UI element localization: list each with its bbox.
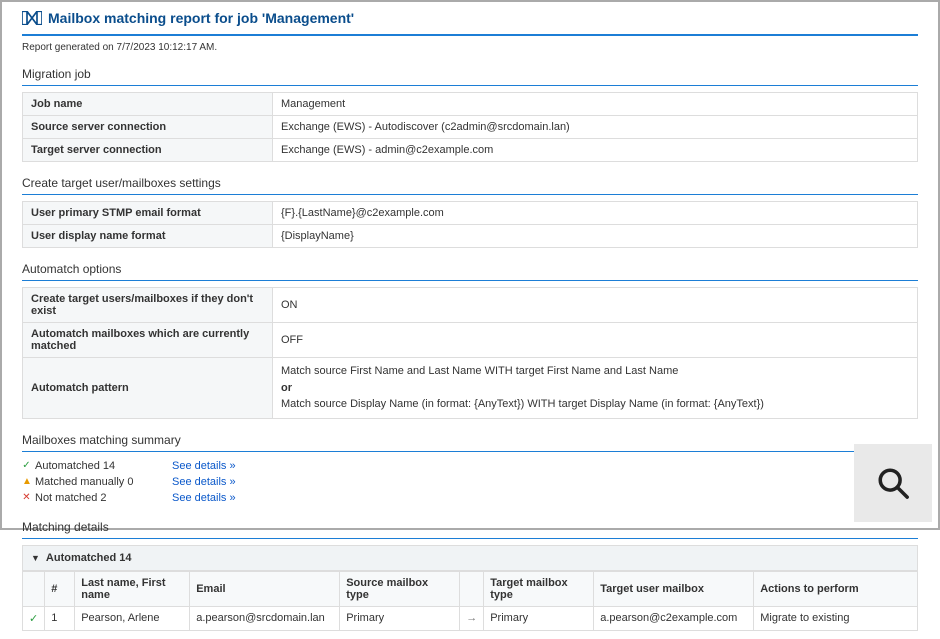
columns-icon (22, 11, 42, 25)
actions-cell: Migrate to existing (754, 606, 918, 630)
tgt-cell: Primary (484, 606, 594, 630)
col-actions: Actions to perform (754, 571, 918, 606)
section-title-migration: Migration job (22, 67, 918, 81)
check-icon: ✓ (29, 613, 38, 625)
details-table: # Last name, First name Email Source mai… (22, 571, 918, 631)
summary-row-automatched: ✓ Automatched 14 See details » (22, 458, 918, 474)
settings-table: User primary STMP email format{F}.{LastN… (22, 201, 918, 248)
status-cell: ✓ (23, 606, 45, 630)
section-rule (22, 451, 918, 452)
kv-val: {DisplayName} (273, 225, 918, 248)
kv-key: Target server connection (23, 139, 273, 162)
email-cell: a.pearson@srcdomain.lan (190, 606, 340, 630)
kv-row: User primary STMP email format{F}.{LastN… (23, 202, 918, 225)
kv-row: Automatch mailboxes which are currently … (23, 323, 918, 358)
kv-key: User display name format (23, 225, 273, 248)
section-title-summary: Mailboxes matching summary (22, 433, 918, 447)
triangle-icon: ▲ (22, 476, 31, 487)
section-title-automatch: Automatch options (22, 262, 918, 276)
col-email: Email (190, 571, 340, 606)
kv-val: ON (273, 288, 918, 323)
summary-list: ✓ Automatched 14 See details » ▲ Matched m… (22, 458, 918, 506)
kv-row: User display name format{DisplayName} (23, 225, 918, 248)
col-status (23, 571, 45, 606)
details-group-header[interactable]: ▼ Automatched 14 (22, 545, 918, 571)
generated-timestamp: Report generated on 7/7/2023 10:12:17 AM… (22, 42, 918, 53)
col-name: Last name, First name (75, 571, 190, 606)
col-tgt: Target mailbox type (484, 571, 594, 606)
kv-val: {F}.{LastName}@c2example.com (273, 202, 918, 225)
kv-val: Match source First Name and Last Name WI… (273, 358, 918, 419)
page-title-text: Mailbox matching report for job 'Managem… (48, 10, 354, 26)
kv-key: User primary STMP email format (23, 202, 273, 225)
caret-down-icon: ▼ (31, 553, 40, 563)
kv-row: Create target users/mailboxes if they do… (23, 288, 918, 323)
see-details-link[interactable]: See details » (172, 460, 236, 472)
check-icon: ✓ (22, 460, 31, 471)
section-rule (22, 280, 918, 281)
kv-val: Exchange (EWS) - Autodiscover (c2admin@s… (273, 116, 918, 139)
summary-label-text: Automatched 14 (35, 460, 115, 472)
summary-label-text: Matched manually 0 (35, 476, 133, 488)
kv-val: Exchange (EWS) - admin@c2example.com (273, 139, 918, 162)
summary-row-notmatched: ✕ Not matched 2 See details » (22, 490, 918, 506)
pattern-line1: Match source First Name and Last Name WI… (281, 365, 678, 377)
arrow-right-icon: → (460, 606, 484, 630)
kv-key: Create target users/mailboxes if they do… (23, 288, 273, 323)
idx-cell: 1 (45, 606, 75, 630)
kv-row: Target server connectionExchange (EWS) -… (23, 139, 918, 162)
pattern-line2: Match source Display Name (in format: {A… (281, 398, 764, 410)
col-arrow (460, 571, 484, 606)
name-cell: Pearson, Arlene (75, 606, 190, 630)
kv-row: Automatch pattern Match source First Nam… (23, 358, 918, 419)
see-details-link[interactable]: See details » (172, 492, 236, 504)
col-idx: # (45, 571, 75, 606)
table-row: ✓ 1 Pearson, Arlene a.pearson@srcdomain.… (23, 606, 918, 630)
kv-val: Management (273, 93, 918, 116)
section-rule (22, 538, 918, 539)
migration-table: Job nameManagement Source server connect… (22, 92, 918, 162)
zoom-overlay[interactable] (854, 444, 932, 522)
kv-row: Source server connectionExchange (EWS) -… (23, 116, 918, 139)
table-header-row: # Last name, First name Email Source mai… (23, 571, 918, 606)
col-src: Source mailbox type (340, 571, 460, 606)
title-rule (22, 34, 918, 36)
section-rule (22, 194, 918, 195)
magnifier-icon (876, 466, 910, 500)
kv-key: Automatch pattern (23, 358, 273, 419)
kv-val: OFF (273, 323, 918, 358)
kv-key: Automatch mailboxes which are currently … (23, 323, 273, 358)
kv-key: Source server connection (23, 116, 273, 139)
section-rule (22, 85, 918, 86)
pattern-or: or (281, 382, 292, 394)
automatch-table: Create target users/mailboxes if they do… (22, 287, 918, 419)
kv-key: Job name (23, 93, 273, 116)
summary-row-manual: ▲ Matched manually 0 See details » (22, 474, 918, 490)
section-title-details: Matching details (22, 520, 918, 534)
src-cell: Primary (340, 606, 460, 630)
page-title: Mailbox matching report for job 'Managem… (22, 10, 918, 26)
summary-label-text: Not matched 2 (35, 492, 107, 504)
kv-row: Job nameManagement (23, 93, 918, 116)
tgtuser-cell: a.pearson@c2example.com (594, 606, 754, 630)
group-label: Automatched 14 (46, 552, 132, 564)
see-details-link[interactable]: See details » (172, 476, 236, 488)
section-title-settings: Create target user/mailboxes settings (22, 176, 918, 190)
cross-icon: ✕ (22, 492, 31, 503)
col-tgtuser: Target user mailbox (594, 571, 754, 606)
